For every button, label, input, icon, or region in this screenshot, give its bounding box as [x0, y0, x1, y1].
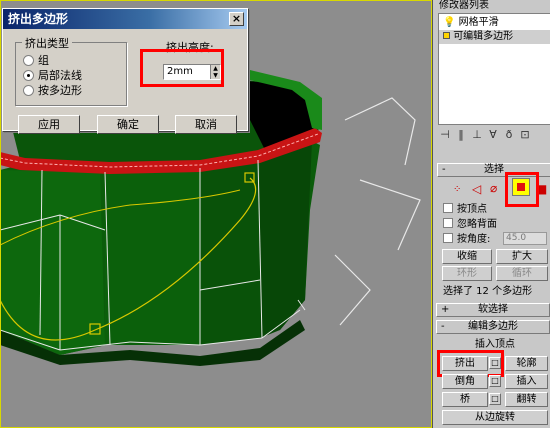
bevel-settings-button[interactable]: □	[489, 375, 501, 387]
collapse-icon: -	[442, 164, 446, 175]
outline-button[interactable]: 轮廓	[505, 356, 548, 371]
rollout-title: 选择	[484, 164, 504, 175]
pin-icon[interactable]: ⊣	[437, 126, 453, 144]
rollout-title: 编辑多边形	[468, 321, 518, 332]
checkbox-label: 按顶点	[457, 204, 487, 215]
radio-label: 组	[38, 54, 49, 67]
grow-button[interactable]: 扩大	[496, 249, 548, 264]
checkbox[interactable]	[443, 218, 453, 228]
bevel-button[interactable]: 倒角	[442, 374, 488, 389]
checkbox[interactable]	[443, 203, 453, 213]
stack-item-editable-poly[interactable]: 可编辑多边形	[439, 30, 550, 44]
stack-item-label: 可编辑多边形	[453, 31, 514, 42]
highlight-box	[437, 350, 504, 377]
show-result-icon[interactable]: ⊥	[469, 126, 485, 144]
highlight-box	[505, 172, 539, 207]
flip-button[interactable]: 翻转	[505, 392, 548, 407]
configure-icon[interactable]: ⊡	[517, 126, 533, 144]
rollout-title: 软选择	[478, 304, 508, 315]
collapse-icon: -	[441, 321, 445, 332]
selection-status: 选择了 12 个多边形	[443, 286, 533, 297]
close-button[interactable]: ×	[229, 12, 244, 26]
pipe-icon[interactable]: ‖	[453, 126, 469, 144]
checkbox-label: 按角度:	[457, 234, 491, 245]
loop-button[interactable]: 循环	[496, 266, 548, 281]
vertex-icon[interactable]: ⁘	[453, 184, 461, 195]
rollout-soft-selection[interactable]: + 软选择	[436, 303, 550, 317]
radio-local-normal[interactable]: 局部法线	[23, 69, 82, 83]
hinge-from-edge-button[interactable]: 从边旋转	[442, 410, 548, 425]
radio-button[interactable]	[23, 55, 34, 66]
stack-toolbar: ⊣ ‖ ⊥ ∀ ð ⊡	[437, 126, 550, 144]
cancel-button[interactable]: 取消	[175, 115, 237, 134]
group-title: 挤出类型	[22, 35, 72, 51]
bridge-settings-button[interactable]: □	[489, 393, 501, 405]
radio-by-polygon[interactable]: 按多边形	[23, 84, 82, 98]
bridge-button[interactable]: 桥	[442, 392, 488, 407]
extrude-polygons-dialog: 挤出多边形 × 挤出类型 组 局部法线 按多边形 挤出高度: 2mm ▲ ▼ 应用…	[2, 8, 248, 134]
highlight-box	[140, 49, 224, 87]
stack-item-label: 网格平滑	[458, 17, 499, 28]
remove-modifier-icon[interactable]: ð	[501, 126, 517, 144]
modifier-stack[interactable]: 💡 网格平滑 可编辑多边形	[438, 13, 550, 125]
radio-label: 局部法线	[38, 69, 82, 82]
radio-button-selected[interactable]	[23, 70, 34, 81]
angle-spinner[interactable]: 45.0	[503, 232, 547, 245]
shrink-button[interactable]: 收缩	[442, 249, 492, 264]
border-icon[interactable]: ⌀	[490, 181, 497, 195]
make-unique-icon[interactable]: ∀	[485, 126, 501, 144]
ring-button[interactable]: 环形	[442, 266, 492, 281]
expand-icon: +	[441, 304, 450, 315]
square-icon	[443, 32, 450, 39]
rollout-edit-polygons[interactable]: - 编辑多边形	[436, 320, 550, 334]
modifier-list-label[interactable]: 修改器列表	[439, 0, 489, 12]
lightbulb-icon[interactable]: 💡	[443, 17, 455, 28]
radio-button[interactable]	[23, 85, 34, 96]
radio-label: 按多边形	[38, 84, 82, 97]
radio-group[interactable]: 组	[23, 54, 49, 68]
by-vertex-checkbox[interactable]: 按顶点	[443, 203, 487, 217]
close-icon: ×	[231, 12, 242, 25]
dialog-title: 挤出多边形	[8, 12, 69, 26]
apply-button[interactable]: 应用	[18, 115, 80, 134]
extrusion-type-group: 挤出类型 组 局部法线 按多边形	[15, 35, 127, 106]
checkbox[interactable]	[443, 233, 453, 243]
edge-icon[interactable]: ◁	[472, 182, 481, 196]
checkbox-label: 忽略背面	[457, 219, 497, 230]
by-angle-checkbox[interactable]: 按角度:	[443, 233, 490, 247]
ok-button[interactable]: 确定	[97, 115, 159, 134]
dialog-titlebar[interactable]: 挤出多边形 ×	[3, 9, 247, 29]
stack-item-meshsmooth[interactable]: 💡 网格平滑	[439, 16, 550, 30]
ignore-backfacing-checkbox[interactable]: 忽略背面	[443, 218, 497, 232]
inset-button[interactable]: 插入	[505, 374, 548, 389]
